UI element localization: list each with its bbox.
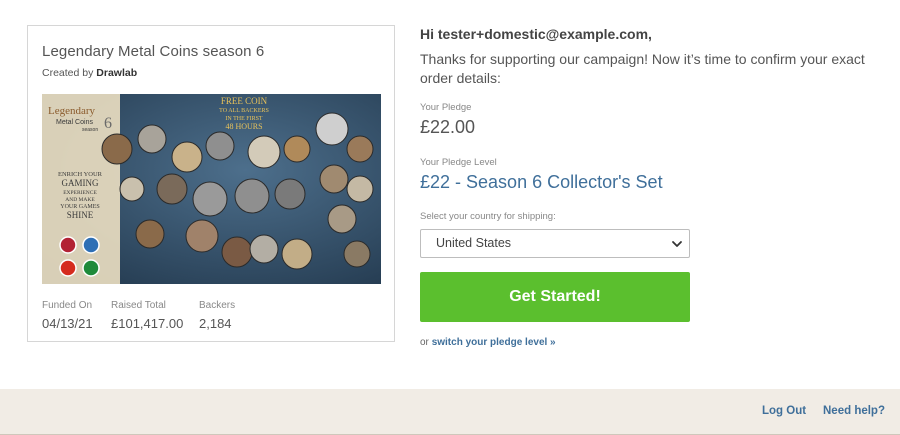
pledge-level-value: £22 - Season 6 Collector's Set	[420, 172, 663, 192]
footer: Log Out Need help?	[0, 389, 900, 435]
need-help-link[interactable]: Need help?	[823, 405, 885, 417]
side-line4: AND MAKE	[65, 197, 95, 203]
side-line2: GAMING	[62, 178, 99, 188]
logout-link[interactable]: Log Out	[762, 405, 806, 417]
side-line6: SHINE	[67, 210, 94, 220]
chevron-down-icon	[672, 241, 682, 247]
pledge-level-label: Your Pledge Level	[420, 157, 497, 168]
switch-pledge-line: or switch your pledge level »	[420, 337, 556, 348]
thanks-text: Thanks for supporting our campaign! Now …	[420, 51, 865, 86]
stat-backers: Backers 2,184	[199, 300, 235, 331]
greeting-text: Hi tester+domestic@example.com,	[420, 26, 652, 42]
backers-label: Backers	[199, 300, 236, 311]
promo-line1: FREE COIN	[221, 96, 268, 106]
side-line3: EXPERIENCE	[63, 190, 97, 196]
created-by-prefix: Created by	[42, 67, 94, 79]
country-select[interactable]: United States	[420, 229, 690, 258]
campaign-image-art: Legendary Metal Coins season 6 ENRICH YO…	[42, 94, 381, 284]
promo-line4: 48 HOURS	[225, 122, 262, 131]
stat-funded-on: Funded On 04/13/21	[42, 300, 93, 331]
funded-on-label: Funded On	[42, 300, 93, 311]
creator-name: Drawlab	[96, 67, 138, 79]
switch-prefix: or	[420, 337, 429, 348]
side-line1: ENRICH YOUR	[58, 171, 103, 178]
logo-line1: Legendary	[48, 105, 96, 117]
logo-line3: season	[82, 127, 98, 133]
campaign-card: Legendary Metal Coins season 6 Created b…	[27, 25, 395, 342]
pledge-amount: £22.00	[420, 117, 476, 137]
stat-raised-total: Raised Total £101,417.00	[111, 300, 183, 331]
logo-line2: Metal Coins	[56, 119, 93, 126]
switch-pledge-level-link[interactable]: switch your pledge level »	[432, 337, 556, 348]
raised-total-label: Raised Total	[111, 300, 166, 311]
logo-number: 6	[104, 115, 112, 132]
country-select-label: Select your country for shipping:	[420, 211, 556, 222]
promo-line2: TO ALL BACKERS	[219, 108, 269, 114]
raised-total-value: £101,417.00	[111, 316, 184, 331]
get-started-button[interactable]: Get Started!	[420, 272, 690, 322]
funded-on-value: 04/13/21	[42, 316, 93, 331]
pledge-label: Your Pledge	[420, 102, 472, 113]
order-panel: Hi tester+domestic@example.com, Thanks f…	[420, 25, 890, 88]
campaign-creator: Created by Drawlab	[42, 67, 137, 79]
country-select-value: United States	[436, 236, 512, 250]
campaign-title: Legendary Metal Coins season 6	[42, 43, 265, 60]
campaign-image: Legendary Metal Coins season 6 ENRICH YO…	[42, 94, 381, 284]
backers-value: 2,184	[199, 316, 232, 331]
